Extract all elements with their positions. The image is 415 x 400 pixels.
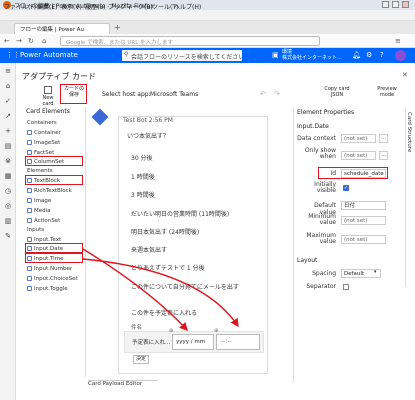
- id-label: Id: [330, 170, 336, 177]
- only-show-when-label: Only show when: [304, 147, 336, 160]
- data-context-label: Data context: [297, 135, 336, 142]
- id-field[interactable]: schedule_date: [341, 169, 386, 178]
- data-context-field[interactable]: (not set): [341, 134, 376, 143]
- minimum-value-field[interactable]: (not set): [341, 216, 386, 225]
- minimum-value-label: Minimum value: [308, 213, 336, 226]
- card-payload-editor-tab[interactable]: Card Payload Editor: [88, 380, 158, 390]
- chevron-down-icon: ▾: [374, 269, 377, 275]
- card-structure-label: Card Structure: [406, 112, 412, 153]
- properties-title: Element Properties: [297, 109, 355, 116]
- only-show-when-more[interactable]: …: [379, 151, 388, 160]
- separator-checkbox[interactable]: [343, 284, 349, 290]
- data-context-more[interactable]: …: [379, 134, 388, 143]
- layout-section-title: Layout: [297, 257, 318, 264]
- maximum-value-field[interactable]: (not set): [341, 235, 386, 244]
- initially-visible-checkbox[interactable]: ✓: [343, 185, 349, 191]
- maximum-value-label: Maximum value: [306, 232, 336, 245]
- spacing-label: Spacing: [312, 270, 336, 277]
- initially-visible-label: Initially visible: [314, 181, 336, 194]
- default-value-field[interactable]: 日付: [341, 201, 386, 210]
- arrow-to-time: [82, 258, 239, 328]
- separator-label: Separator: [306, 283, 336, 290]
- properties-section-title: Input.Date: [297, 123, 329, 130]
- only-show-when-field[interactable]: (not set): [341, 151, 376, 160]
